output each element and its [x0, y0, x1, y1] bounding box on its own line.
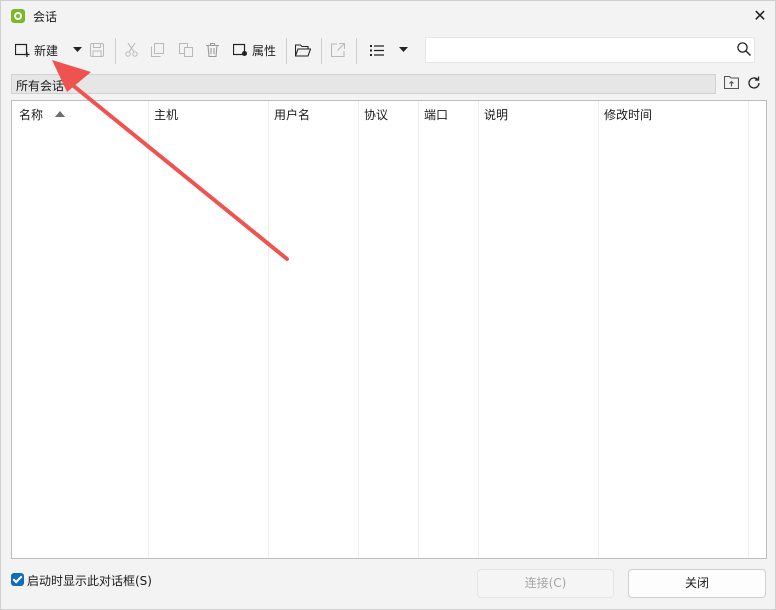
new-dropdown-button[interactable] [73, 39, 82, 61]
column-divider[interactable] [598, 101, 599, 558]
list-view-icon [370, 44, 384, 56]
cut-button[interactable] [125, 39, 138, 61]
column-header-protocol[interactable]: 协议 [364, 106, 388, 123]
column-header-username[interactable]: 用户名 [274, 106, 310, 123]
column-divider[interactable] [748, 101, 749, 558]
new-session-button[interactable]: 新建 [15, 39, 58, 61]
save-button[interactable] [90, 39, 104, 61]
column-divider[interactable] [418, 101, 419, 558]
toolbar-separator [356, 38, 357, 64]
folder-up-icon [723, 75, 740, 90]
column-header-port[interactable]: 端口 [424, 106, 448, 123]
copy-button[interactable] [151, 39, 164, 61]
save-icon [90, 43, 104, 57]
chevron-down-icon [399, 47, 408, 52]
connect-button[interactable]: 连接(C) [477, 569, 614, 598]
folder-path-bar[interactable]: 所有会话 [11, 74, 716, 94]
new-session-icon [15, 43, 30, 57]
column-divider[interactable] [268, 101, 269, 558]
folder-open-icon [295, 43, 311, 57]
properties-icon [233, 43, 247, 56]
folder-path-label: 所有会话 [16, 79, 65, 93]
properties-button[interactable]: 属性 [233, 39, 276, 61]
search-icon[interactable] [737, 42, 751, 59]
paste-icon [179, 43, 193, 57]
copy-icon [151, 43, 164, 57]
title-bar: 会话 ✕ [1, 1, 775, 31]
show-on-startup-checkbox[interactable] [11, 573, 24, 586]
trash-icon [206, 43, 219, 57]
column-divider[interactable] [478, 101, 479, 558]
column-header-description[interactable]: 说明 [484, 106, 508, 123]
properties-label: 属性 [252, 43, 277, 58]
app-icon [11, 9, 25, 23]
delete-button[interactable] [206, 39, 219, 61]
toolbar: 新建 属性 [1, 33, 775, 67]
paste-button[interactable] [179, 39, 193, 61]
open-folder-button[interactable] [295, 39, 311, 61]
up-folder-button[interactable] [723, 75, 740, 92]
column-header-modified[interactable]: 修改时间 [604, 106, 652, 123]
close-window-icon[interactable]: ✕ [749, 5, 771, 27]
chevron-down-icon [73, 47, 82, 52]
toolbar-separator [286, 38, 287, 64]
column-divider[interactable] [148, 101, 149, 558]
export-icon [331, 43, 345, 57]
sort-ascending-icon [55, 111, 65, 117]
cut-icon [125, 43, 138, 57]
view-options-dropdown[interactable] [399, 39, 408, 61]
toolbar-separator [321, 38, 322, 64]
search-input[interactable] [425, 37, 755, 63]
sessions-dialog: 会话 ✕ 新建 属性 所有会话 名称 主机 用户名 协议 端口 说明 修改时间 … [0, 0, 776, 610]
view-list-button[interactable] [370, 39, 384, 61]
column-header-name[interactable]: 名称 [19, 106, 43, 123]
session-list[interactable]: 名称 主机 用户名 协议 端口 说明 修改时间 [11, 100, 767, 559]
refresh-icon [748, 76, 760, 89]
column-header-host[interactable]: 主机 [154, 106, 178, 123]
refresh-button[interactable] [747, 76, 761, 93]
column-divider[interactable] [358, 101, 359, 558]
toolbar-separator [115, 38, 116, 64]
close-button[interactable]: 关闭 [628, 569, 766, 598]
export-button[interactable] [331, 39, 345, 61]
show-on-startup-label[interactable]: 启动时显示此对话框(S) [27, 572, 152, 589]
window-title: 会话 [33, 10, 58, 24]
new-session-label: 新建 [34, 43, 59, 58]
